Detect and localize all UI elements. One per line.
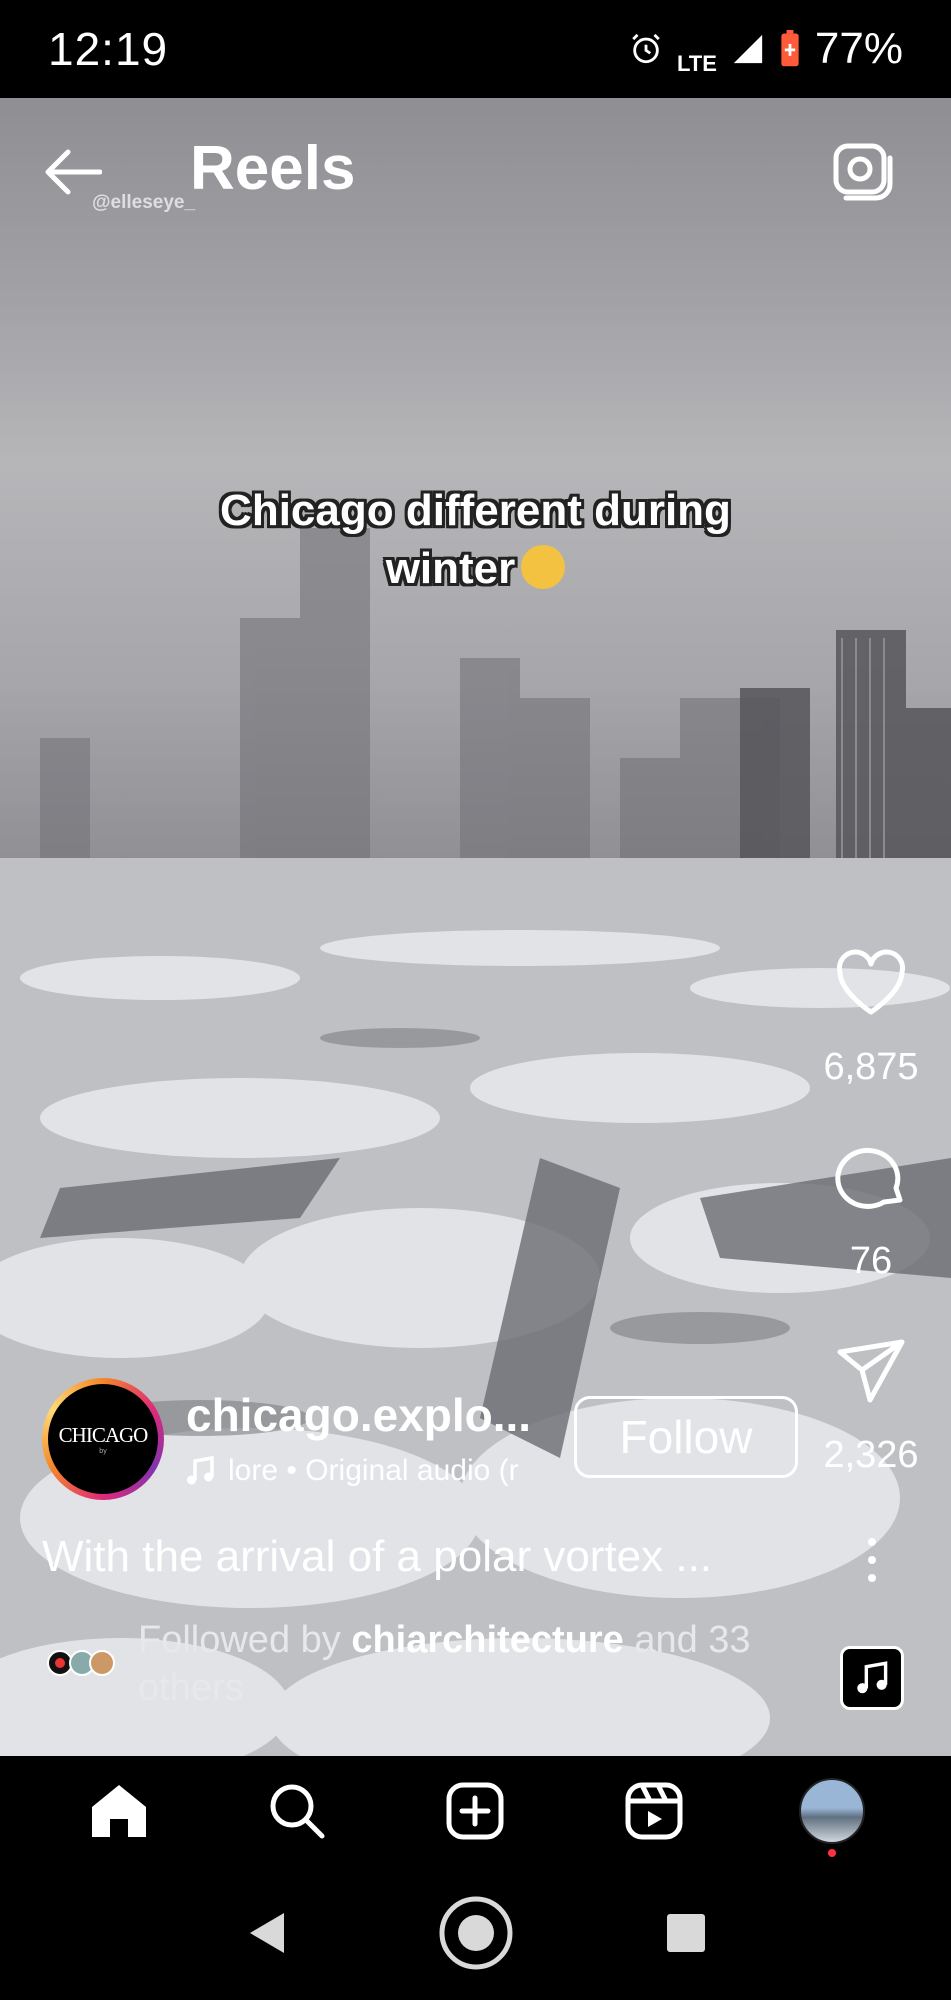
nav-home[interactable] xyxy=(79,1771,159,1851)
nav-reels[interactable] xyxy=(614,1771,694,1851)
audio-label: lore • Original audio (r xyxy=(228,1454,519,1487)
music-note-icon xyxy=(857,1661,888,1694)
create-icon xyxy=(446,1782,504,1840)
battery-percent: 77% xyxy=(814,24,903,73)
flushed-face-emoji-icon xyxy=(521,545,566,589)
camera-icon[interactable] xyxy=(832,142,894,202)
nav-profile[interactable] xyxy=(792,1771,872,1857)
follower-avatars-icon xyxy=(47,1650,115,1676)
notification-dot xyxy=(827,1849,836,1857)
system-nav-bar xyxy=(0,1866,951,2000)
network-label: LTE xyxy=(677,51,717,76)
search-icon xyxy=(270,1784,325,1839)
reel-video[interactable] xyxy=(0,98,951,1756)
comment-count: 76 xyxy=(849,1240,893,1282)
bottom-nav xyxy=(0,1756,951,1866)
status-bar: 12:19 LTE 77% xyxy=(0,0,951,98)
audio-link[interactable]: lore • Original audio (r xyxy=(186,1454,536,1488)
nav-create[interactable] xyxy=(435,1771,515,1851)
follow-button[interactable]: Follow xyxy=(574,1396,798,1478)
page-title: Reels xyxy=(190,134,356,203)
avatar-logo-text: CHICAGO xyxy=(58,1423,149,1447)
music-note-icon xyxy=(187,1456,214,1485)
followed-prefix: Followed by xyxy=(138,1619,352,1661)
audio-thumbnail[interactable] xyxy=(840,1646,904,1710)
system-back-icon[interactable] xyxy=(244,1909,288,1957)
like-count: 6,875 xyxy=(823,1046,919,1088)
system-home-icon[interactable] xyxy=(436,1893,516,1973)
comment-icon[interactable] xyxy=(834,1142,908,1212)
system-recents-icon[interactable] xyxy=(665,1912,707,1954)
creator-avatar[interactable]: CHICAGO by xyxy=(42,1378,164,1500)
followed-name: chiarchitecture xyxy=(351,1619,624,1661)
profile-avatar xyxy=(798,1778,865,1844)
overlay-line-1: Chicago different during xyxy=(220,486,731,535)
status-time: 12:19 xyxy=(48,23,169,75)
overlay-line-2: winter xyxy=(385,544,516,593)
nav-search[interactable] xyxy=(257,1771,337,1851)
alarm-icon xyxy=(632,33,660,64)
battery-icon xyxy=(781,30,799,67)
avatar-logo-sub: by xyxy=(99,1448,107,1455)
back-arrow-icon[interactable] xyxy=(42,146,102,198)
more-options-icon[interactable] xyxy=(860,1536,884,1584)
like-heart-icon[interactable] xyxy=(834,948,908,1018)
video-text-overlay: Chicago different during winter xyxy=(0,482,951,598)
reels-icon xyxy=(625,1782,683,1840)
creator-username[interactable]: chicago.explo... xyxy=(186,1388,531,1442)
home-icon xyxy=(92,1785,147,1837)
signal-icon xyxy=(733,34,763,64)
share-count: 2,326 xyxy=(823,1434,919,1476)
share-send-icon[interactable] xyxy=(834,1336,908,1406)
post-caption[interactable]: With the arrival of a polar vortex ... xyxy=(42,1532,782,1582)
video-watermark: @elleseye_ xyxy=(92,192,196,213)
followed-by-text[interactable]: Followed by chiarchitecture and 33 other… xyxy=(138,1616,798,1712)
